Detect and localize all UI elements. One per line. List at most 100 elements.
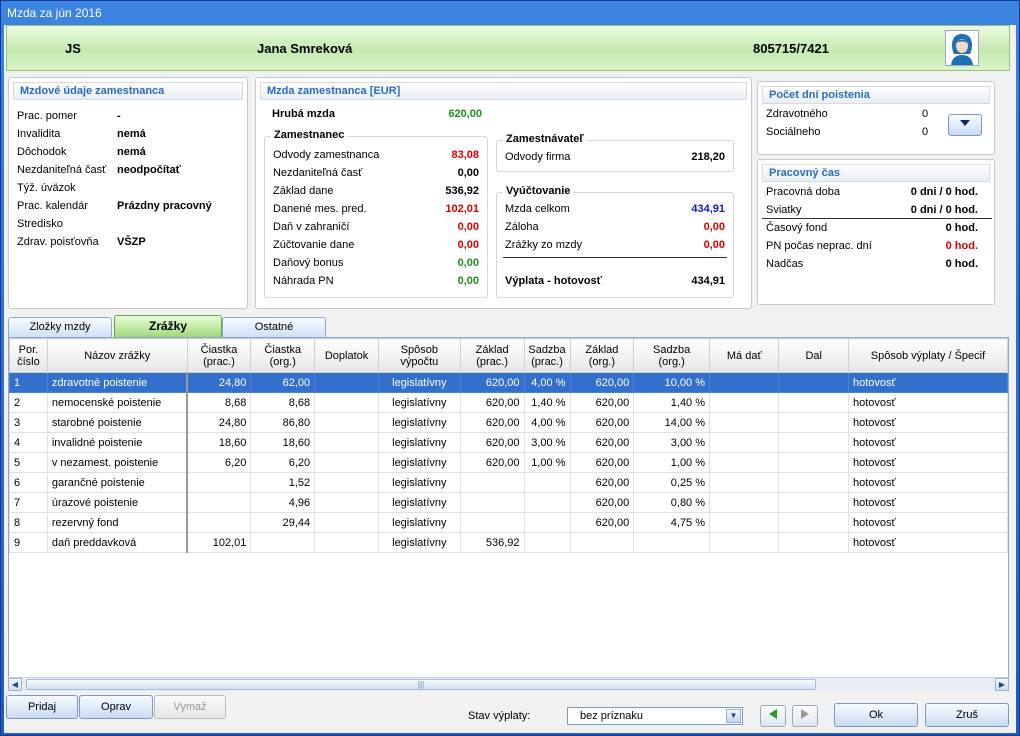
table-cell[interactable] bbox=[186, 512, 252, 533]
table-cell[interactable] bbox=[314, 532, 379, 553]
table-cell[interactable]: 102,01 bbox=[186, 532, 252, 553]
table-cell[interactable]: 620,00 bbox=[569, 452, 635, 473]
table-cell[interactable]: 1,40 % bbox=[523, 392, 571, 413]
table-cell[interactable]: 0,80 % bbox=[633, 492, 711, 513]
table-cell[interactable] bbox=[709, 492, 780, 513]
table-row[interactable]: 1 zdravotné poistenie 24,80 62,00 legislatív… bbox=[9, 372, 1008, 393]
table-cell[interactable] bbox=[523, 472, 571, 493]
column-header[interactable]: Čiastka (org.) bbox=[250, 338, 316, 373]
table-cell[interactable] bbox=[709, 532, 780, 553]
table-cell[interactable]: 10,00 % bbox=[633, 372, 711, 393]
table-cell[interactable]: 6 bbox=[9, 472, 48, 493]
column-header[interactable]: Por. číslo bbox=[9, 338, 48, 373]
table-cell[interactable]: 536,92 bbox=[459, 532, 525, 553]
table-cell[interactable]: 620,00 bbox=[569, 412, 635, 433]
table-cell[interactable]: 620,00 bbox=[569, 432, 635, 453]
table-row[interactable]: 7 úrazové poistenie 4,96 legislatívny 620,00… bbox=[9, 492, 1008, 513]
table-cell[interactable] bbox=[709, 452, 780, 473]
table-cell[interactable] bbox=[314, 412, 379, 433]
column-header[interactable]: Sadzba (prac.) bbox=[523, 338, 571, 373]
table-cell[interactable] bbox=[523, 492, 571, 513]
table-cell[interactable] bbox=[633, 532, 711, 553]
table-cell[interactable]: legislatívny bbox=[377, 512, 461, 533]
table-cell[interactable]: 8 bbox=[9, 512, 48, 533]
add-button[interactable]: Pridaj bbox=[6, 695, 78, 719]
table-cell[interactable] bbox=[709, 412, 780, 433]
table-cell[interactable]: 9 bbox=[9, 532, 48, 553]
table-cell[interactable]: 620,00 bbox=[459, 452, 525, 473]
table-cell[interactable]: hotovosť bbox=[847, 452, 1008, 473]
cancel-button[interactable]: Zruš bbox=[925, 703, 1009, 727]
payout-status-select[interactable]: bez príznaku ▼ bbox=[567, 707, 743, 725]
table-cell[interactable]: 0,25 % bbox=[633, 472, 711, 493]
table-cell[interactable] bbox=[709, 512, 780, 533]
table-row[interactable]: 8 rezervný fond 29,44 legislatívny 620,00 4,7… bbox=[9, 512, 1008, 533]
table-cell[interactable] bbox=[778, 512, 849, 533]
chevron-down-icon[interactable]: ▼ bbox=[726, 709, 741, 723]
table-cell[interactable]: 620,00 bbox=[459, 432, 525, 453]
scroll-left-icon[interactable]: ◀ bbox=[8, 678, 22, 691]
table-cell[interactable] bbox=[709, 372, 780, 393]
table-cell[interactable]: starobné poistenie bbox=[46, 412, 189, 433]
table-cell[interactable]: 62,00 bbox=[250, 372, 316, 393]
table-cell[interactable]: rezervný fond bbox=[46, 512, 189, 533]
table-cell[interactable]: legislatívny bbox=[377, 412, 461, 433]
edit-button[interactable]: Oprav bbox=[79, 695, 153, 719]
table-cell[interactable] bbox=[314, 492, 379, 513]
table-cell[interactable]: 18,60 bbox=[186, 432, 252, 453]
table-cell[interactable]: 24,80 bbox=[186, 412, 252, 433]
table-cell[interactable] bbox=[778, 532, 849, 553]
table-cell[interactable] bbox=[314, 372, 379, 393]
grid-horizontal-scrollbar[interactable]: ◀ ||| ▶ bbox=[8, 677, 1009, 691]
table-cell[interactable]: 1,00 % bbox=[633, 452, 711, 473]
table-cell[interactable] bbox=[459, 512, 525, 533]
table-cell[interactable]: legislatívny bbox=[377, 532, 461, 553]
table-cell[interactable] bbox=[459, 492, 525, 513]
table-cell[interactable]: 3,00 % bbox=[633, 432, 711, 453]
scroll-right-icon[interactable]: ▶ bbox=[995, 678, 1009, 691]
table-cell[interactable] bbox=[186, 472, 252, 493]
table-cell[interactable]: legislatívny bbox=[377, 492, 461, 513]
table-row[interactable]: 3 starobné poistenie 24,80 86,80 legislatívn… bbox=[9, 412, 1008, 433]
table-cell[interactable] bbox=[778, 432, 849, 453]
table-cell[interactable]: 4 bbox=[9, 432, 48, 453]
table-cell[interactable]: hotovosť bbox=[847, 412, 1008, 433]
table-cell[interactable]: 1,52 bbox=[250, 472, 316, 493]
table-cell[interactable]: hotovosť bbox=[847, 372, 1008, 393]
table-cell[interactable]: legislatívny bbox=[377, 372, 461, 393]
table-row[interactable]: 4 invalidné poistenie 18,60 18,60 legislatív… bbox=[9, 432, 1008, 453]
table-cell[interactable]: 14,00 % bbox=[633, 412, 711, 433]
table-cell[interactable] bbox=[186, 492, 252, 513]
table-cell[interactable] bbox=[778, 472, 849, 493]
table-cell[interactable]: 8,68 bbox=[186, 392, 252, 413]
table-cell[interactable]: 4,00 % bbox=[523, 412, 571, 433]
previous-record-button[interactable] bbox=[760, 705, 786, 727]
tab-salary-components[interactable]: Zložky mzdy bbox=[8, 317, 112, 337]
column-header[interactable]: Základ (prac.) bbox=[459, 338, 525, 373]
table-cell[interactable]: 620,00 bbox=[459, 372, 525, 393]
table-cell[interactable]: 86,80 bbox=[250, 412, 316, 433]
table-cell[interactable]: 4,00 % bbox=[523, 372, 571, 393]
table-cell[interactable]: 4,75 % bbox=[633, 512, 711, 533]
table-cell[interactable]: 1 bbox=[9, 372, 48, 393]
table-row[interactable]: 6 garančné poistenie 1,52 legislatívny 620,0… bbox=[9, 472, 1008, 493]
table-cell[interactable]: 8,68 bbox=[250, 392, 316, 413]
table-cell[interactable] bbox=[250, 532, 316, 553]
table-cell[interactable] bbox=[709, 392, 780, 413]
table-cell[interactable]: 1,00 % bbox=[523, 452, 571, 473]
table-cell[interactable]: 3 bbox=[9, 412, 48, 433]
employee-avatar-icon[interactable] bbox=[945, 30, 979, 66]
table-cell[interactable]: hotovosť bbox=[847, 532, 1008, 553]
tab-deductions[interactable]: Zrážky bbox=[114, 315, 222, 337]
column-header[interactable]: Spôsob výpočtu bbox=[377, 338, 461, 373]
scroll-thumb[interactable]: ||| bbox=[26, 679, 816, 690]
table-cell[interactable]: 620,00 bbox=[569, 472, 635, 493]
table-cell[interactable]: legislatívny bbox=[377, 452, 461, 473]
table-cell[interactable]: 620,00 bbox=[569, 372, 635, 393]
table-cell[interactable]: zdravotné poistenie bbox=[46, 372, 189, 393]
table-cell[interactable] bbox=[778, 392, 849, 413]
table-cell[interactable]: úrazové poistenie bbox=[46, 492, 189, 513]
table-cell[interactable]: 6,20 bbox=[186, 452, 252, 473]
table-cell[interactable]: hotovosť bbox=[847, 392, 1008, 413]
tab-other[interactable]: Ostatné bbox=[222, 317, 326, 337]
